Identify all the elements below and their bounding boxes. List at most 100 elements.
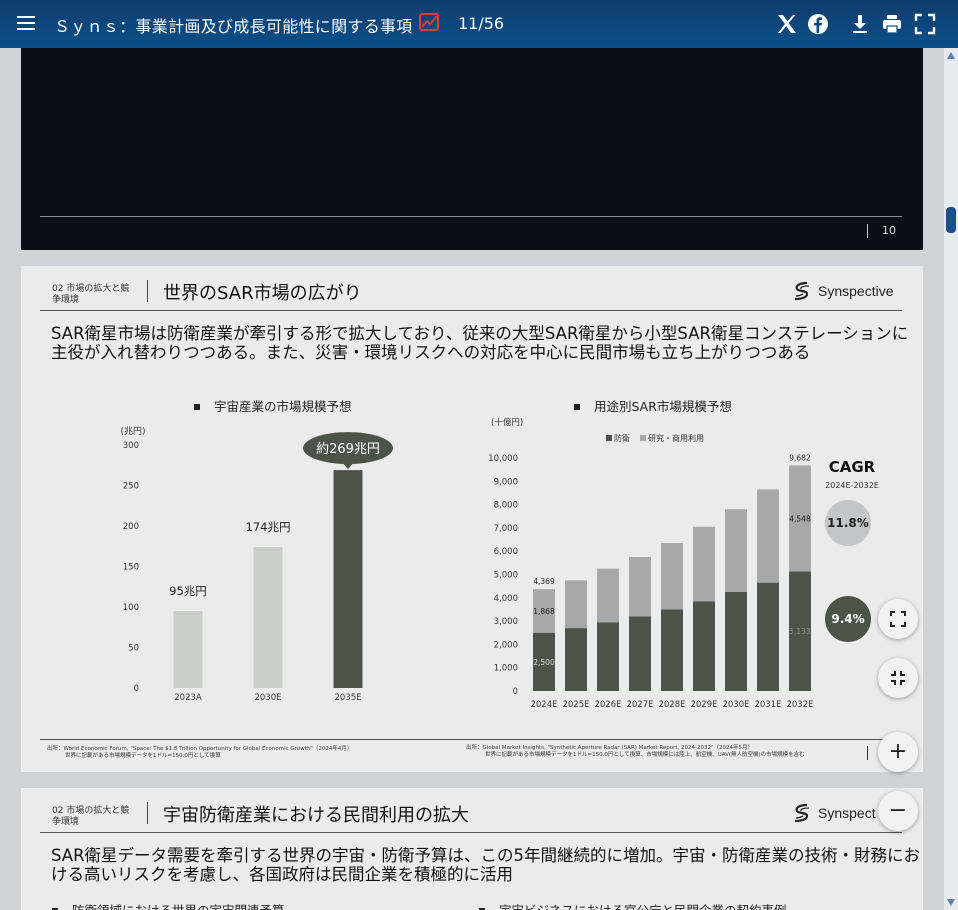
bar-defense-2026E [597, 622, 619, 691]
fullscreen-exit-button[interactable] [878, 658, 918, 698]
data-label-defense: 5,133 [789, 627, 811, 636]
data-label: 約269兆円 [316, 442, 380, 457]
slide-lead-text: SAR衛星データ需要を牽引する世界の宇宙・防衛予算は、この5年間継続的に増加。宇… [51, 846, 921, 884]
next-slide: 02 市場の拡大と競争環境 宇宙防衛産業における民間利用の拡大 Synspect… [21, 788, 923, 910]
footnote-left-source: 出所：World Economic Forum, "Space: The $1.… [47, 746, 353, 752]
bar-research-2026E [597, 568, 619, 623]
legend-label-defense: 防衛 [614, 433, 630, 443]
sar-market-stacked-bar-chart: (十億円) 防衛 研究・商用利用 0 1,000 2,000 3,000 4,000 5,000… [488, 417, 879, 710]
cagr-title: CAGR [829, 458, 876, 476]
next-subtitle-left: 防衛領域における世界の宇宙関連予算 [52, 900, 285, 910]
y-axis-unit: (十億円) [491, 417, 523, 428]
data-label-total: 4,369 [533, 577, 555, 586]
bar-research-2029E [693, 526, 715, 602]
slide-title: 宇宙防衛産業における民間利用の拡大 [163, 805, 469, 826]
bar-research-2028E [661, 543, 683, 610]
legend-swatch-research [640, 435, 646, 441]
header-rule [40, 832, 902, 833]
previous-slide: 10 [21, 48, 923, 250]
data-label-defense: 2,500 [533, 658, 555, 667]
zoom-in-button[interactable]: + [878, 732, 918, 772]
print-icon[interactable] [880, 12, 904, 36]
document-title: Ｓｙｎｓ：事業計画及び成長可能性に関する事項 [54, 17, 413, 36]
y-tick-label: 0 [513, 687, 518, 697]
x-tick-label: 2029E [690, 700, 717, 710]
footnote-left-note: 世界に記載がある市場規模データを1ドル=150.0円として換算 [65, 753, 221, 759]
fullscreen-icon[interactable] [913, 12, 937, 36]
page-number-divider [867, 746, 868, 760]
bar-research-2030E [725, 509, 747, 592]
space-market-bar-chart: (兆円) 0 50 100 150 200 250 300 2023A 95兆円 2030E 174兆… [120, 426, 393, 703]
x-tick-label: 2030E [254, 693, 281, 703]
bar-defense-2031E [757, 582, 779, 691]
menu-icon[interactable] [17, 16, 35, 30]
legend-label-research: 研究・商用利用 [648, 433, 704, 443]
x-tick-label: 2030E [722, 700, 749, 710]
facebook-icon[interactable] [806, 12, 830, 36]
zoom-out-button[interactable]: − [878, 791, 918, 831]
slide-title: 世界のSAR市場の広がり [163, 283, 362, 304]
x-logo-icon[interactable] [775, 12, 799, 36]
x-tick-label: 2031E [754, 700, 781, 710]
zoom-in-icon: + [888, 739, 908, 764]
data-label: 174兆円 [246, 520, 291, 534]
bar-2035E [333, 470, 363, 688]
cagr-research-value: 11.8% [827, 516, 869, 530]
scroll-down-arrow-icon[interactable] [947, 899, 955, 906]
x-tick-label: 2027E [626, 700, 653, 710]
section-label: 02 市場の拡大と競争環境 [52, 806, 130, 827]
y-tick-label: 3,000 [494, 617, 518, 627]
slide-lead-text: SAR衛星市場は防衛産業が牽引する形で拡大しており、従来の大型SAR衛星から小型… [51, 324, 909, 362]
data-label: 95兆円 [169, 584, 207, 598]
fullscreen-enter-button[interactable] [878, 599, 918, 639]
header-divider [147, 802, 148, 824]
download-icon[interactable] [848, 12, 872, 36]
vertical-scrollbar[interactable] [944, 48, 958, 910]
current-slide: 02 市場の拡大と競争環境 世界のSAR市場の広がり Synspective S… [21, 266, 923, 772]
bar-defense-2030E [725, 591, 747, 691]
bar-2030E [253, 547, 283, 688]
y-tick-label: 10,000 [488, 454, 518, 464]
chart-title-sar-market: 用途別SAR市場規模予想 [574, 396, 732, 415]
bar-defense-2029E [693, 601, 715, 691]
footnote-right-source: 出所：Global Market Insights, "Synthetic Ap… [466, 745, 754, 751]
fullscreen-exit-icon [891, 671, 905, 685]
bar-research-2027E [629, 557, 651, 617]
data-label-bubble-tail [342, 462, 354, 470]
toolbar: Ｓｙｎｓ：事業計画及び成長可能性に関する事項 11/56 [0, 0, 958, 48]
slide-page-number: 10 [867, 224, 896, 238]
y-tick-label: 5,000 [494, 571, 518, 581]
bar-defense-2027E [629, 616, 651, 691]
brand-logo: Synspect [791, 802, 876, 824]
fullscreen-enter-icon [890, 611, 906, 627]
bar-research-2031E [757, 489, 779, 583]
zoom-out-icon: − [888, 798, 908, 823]
bar-defense-2025E [565, 628, 587, 691]
footnote-right-note: 世界に記載がある市場規模データを1ドル=150.0円として換算、市場規模には陸上… [485, 752, 805, 758]
x-tick-label: 2026E [594, 700, 621, 710]
data-label-research: 1,868 [533, 607, 555, 616]
bar-defense-2028E [661, 609, 683, 691]
chart-trend-icon[interactable] [418, 12, 440, 32]
y-tick-label: 1,000 [494, 664, 518, 674]
y-tick-label: 9,000 [494, 477, 518, 487]
y-tick-label: 7,000 [494, 524, 518, 534]
brand-name: Synspect [818, 805, 876, 821]
y-tick-label: 150 [123, 563, 139, 573]
synspective-logo-icon [794, 803, 810, 823]
x-tick-label: 2025E [562, 700, 589, 710]
y-tick-label: 0 [134, 684, 139, 694]
y-tick-label: 200 [123, 522, 139, 532]
scrollbar-thumb[interactable] [946, 207, 956, 233]
next-subtitle-right: 宇宙ビジネスにおける官公庁と民間企業の契約事例 [479, 900, 787, 910]
y-tick-label: 8,000 [494, 501, 518, 511]
brand-logo: Synspective [791, 280, 893, 302]
y-tick-label: 2,000 [494, 640, 518, 650]
header-rule [40, 310, 902, 311]
y-tick-label: 6,000 [494, 547, 518, 557]
legend-swatch-defense [606, 435, 612, 441]
y-tick-label: 250 [123, 482, 139, 492]
x-tick-label: 2024E [530, 700, 557, 710]
bar-research-2025E [565, 580, 587, 629]
scroll-up-arrow-icon[interactable] [947, 52, 955, 59]
